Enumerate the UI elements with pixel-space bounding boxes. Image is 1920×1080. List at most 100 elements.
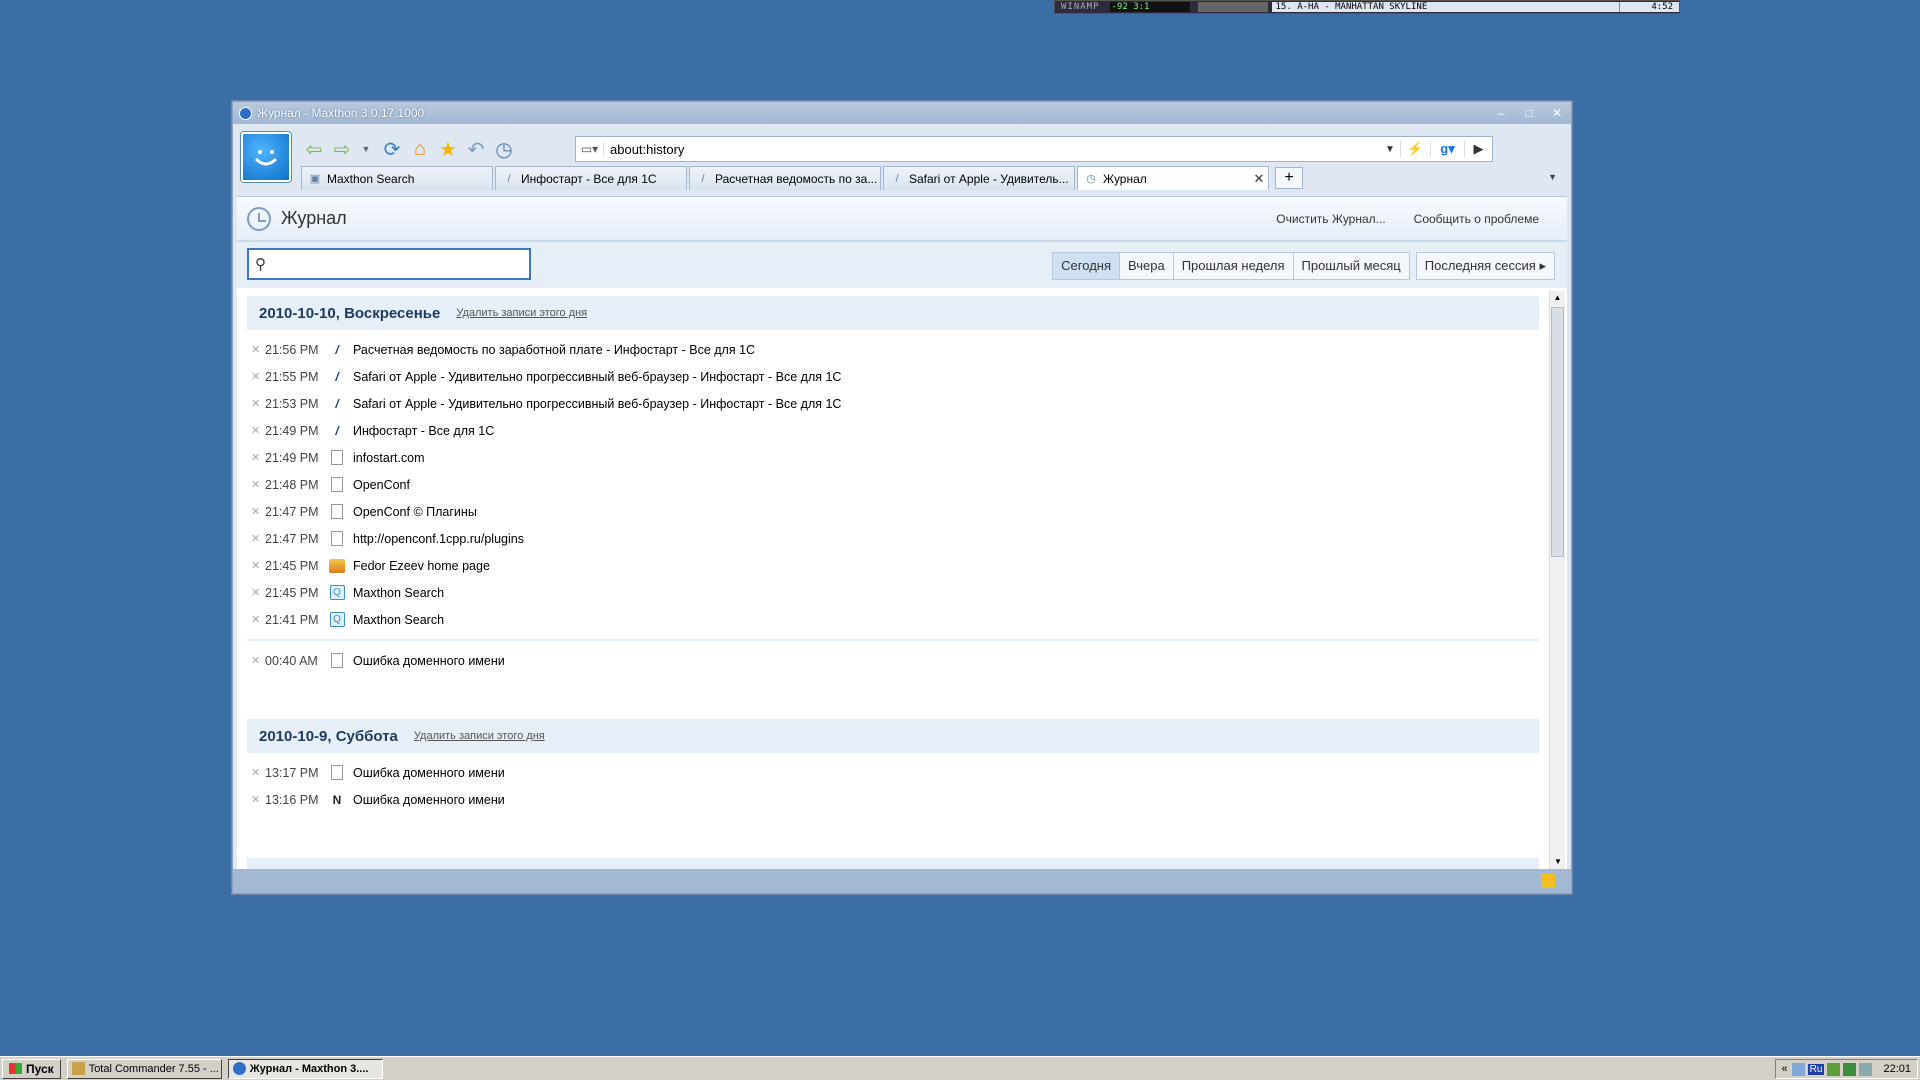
entry-title[interactable]: Ошибка доменного имени <box>353 654 505 668</box>
delete-entry-icon[interactable]: ✕ <box>251 532 265 545</box>
scroll-up-icon[interactable]: ▲ <box>1550 291 1565 305</box>
entry-title[interactable]: OpenConf <box>353 478 410 492</box>
new-tab-button[interactable]: + <box>1275 167 1303 189</box>
history-entry[interactable]: ✕ 21:53 PM / Safari от Apple - Удивительно … <box>237 390 1547 417</box>
tray-utility-icon[interactable] <box>1843 1062 1857 1076</box>
history-search-input[interactable] <box>270 256 529 272</box>
refresh-button[interactable]: ⟳ <box>379 136 405 162</box>
entry-title[interactable]: infostart.com <box>353 451 425 465</box>
favorites-button[interactable]: ★ <box>435 136 461 162</box>
network-icon[interactable] <box>1791 1062 1805 1076</box>
delete-day-link[interactable]: Удалить записи этого дня <box>414 730 545 742</box>
entry-title[interactable]: Ошибка доменного имени <box>353 793 505 807</box>
filter-today[interactable]: Сегодня <box>1052 252 1120 280</box>
history-entry[interactable]: ✕ 13:16 PM N Ошибка доменного имени <box>237 786 1547 813</box>
delete-entry-icon[interactable]: ✕ <box>251 505 265 518</box>
delete-entry-icon[interactable]: ✕ <box>251 370 265 383</box>
history-entry[interactable]: ✕ 21:49 PM infostart.com <box>237 444 1547 471</box>
language-indicator[interactable]: Ru <box>1807 1063 1825 1075</box>
search-engine-icon[interactable]: g▾ <box>1430 141 1464 157</box>
go-button[interactable]: ▶ <box>1464 141 1492 157</box>
history-entry[interactable]: ✕ 21:47 PM http://openconf.1cpp.ru/plugins <box>237 525 1547 552</box>
tab-history[interactable]: ◷ Журнал ✕ <box>1077 166 1269 190</box>
delete-entry-icon[interactable]: ✕ <box>251 613 265 626</box>
maximize-button[interactable]: □ <box>1515 105 1543 121</box>
report-problem-link[interactable]: Сообщить о проблеме <box>1414 212 1539 226</box>
page-icon[interactable]: ▭▾ <box>576 142 604 156</box>
taskbar-item-total-commander[interactable]: Total Commander 7.55 - ... <box>66 1058 222 1079</box>
close-tab-icon[interactable]: ✕ <box>1250 171 1268 187</box>
history-entry[interactable]: ✕ 00:40 AM Ошибка доменного имени <box>237 647 1547 674</box>
taskbar-item-maxthon[interactable]: Журнал - Maxthon 3.... <box>227 1058 383 1079</box>
delete-entry-icon[interactable]: ✕ <box>251 397 265 410</box>
delete-entry-icon[interactable]: ✕ <box>251 424 265 437</box>
vertical-scrollbar[interactable]: ▲ ▼ <box>1549 291 1565 869</box>
entry-title[interactable]: Расчетная ведомость по заработной плате … <box>353 343 755 357</box>
history-entry[interactable]: ✕ 13:17 PM Ошибка доменного имени <box>237 759 1547 786</box>
title-bar[interactable]: Журнал - Maxthon 3.0.17.1000 ‒ □ ✕ <box>233 102 1571 124</box>
entry-title[interactable]: Maxthon Search <box>353 586 444 600</box>
delete-entry-icon[interactable]: ✕ <box>251 451 265 464</box>
maxthon-logo-button[interactable] <box>241 132 291 182</box>
tray-clock[interactable]: 22:01 <box>1883 1063 1911 1075</box>
history-entry[interactable]: ✕ 21:41 PM Q Maxthon Search <box>237 606 1547 633</box>
volume-icon[interactable] <box>1859 1062 1873 1076</box>
entry-title[interactable]: Safari от Apple - Удивительно прогрессив… <box>353 397 841 411</box>
last-session-button[interactable]: Последняя сессия ▸ <box>1415 252 1555 280</box>
tab-payroll[interactable]: / Расчетная ведомость по за... <box>689 166 881 190</box>
filter-last-month[interactable]: Прошлый месяц <box>1292 252 1410 280</box>
home-button[interactable]: ⌂ <box>407 136 433 162</box>
back-button[interactable]: ⇦ <box>301 136 327 162</box>
tab-menu-icon[interactable]: ▼ <box>1548 172 1557 182</box>
delete-entry-icon[interactable]: ✕ <box>251 586 265 599</box>
scroll-down-icon[interactable]: ▼ <box>1550 855 1566 869</box>
infostart-icon: / <box>701 172 705 185</box>
delete-entry-icon[interactable]: ✕ <box>251 478 265 491</box>
history-button[interactable]: ◷ <box>491 136 517 162</box>
undo-close-button[interactable]: ↶ <box>463 136 489 162</box>
forward-button[interactable]: ⇨ <box>329 136 355 162</box>
history-entry[interactable]: ✕ 21:48 PM OpenConf <box>237 471 1547 498</box>
entry-title[interactable]: Инфостарт - Все для 1С <box>353 424 494 438</box>
history-entry[interactable]: ✕ 21:47 PM OpenConf © Плагины <box>237 498 1547 525</box>
tab-infostart[interactable]: / Инфостарт - Все для 1С <box>495 166 687 190</box>
address-dropdown-icon[interactable]: ▼ <box>1380 144 1400 155</box>
delete-entry-icon[interactable]: ✕ <box>251 654 265 667</box>
history-entry[interactable]: ✕ 21:55 PM / Safari от Apple - Удивительно … <box>237 363 1547 390</box>
search-row: ⚲ Сегодня Вчера Прошлая неделя Прошлый м… <box>237 242 1567 288</box>
tab-maxthon-search[interactable]: ▣ Maxthon Search <box>301 166 493 190</box>
delete-entry-icon[interactable]: ✕ <box>251 559 265 572</box>
tray-app-icon[interactable] <box>1827 1062 1841 1076</box>
history-entry[interactable]: ✕ 21:45 PM Fedor Ezeev home page <box>237 552 1547 579</box>
delete-entry-icon[interactable]: ✕ <box>251 793 265 806</box>
history-entry[interactable]: ✕ 21:45 PM Q Maxthon Search <box>237 579 1547 606</box>
tray-expand-icon[interactable]: « <box>1782 1063 1788 1075</box>
address-input[interactable]: about:history <box>604 142 1380 157</box>
history-dropdown-button[interactable]: ▼ <box>353 136 379 162</box>
scroll-thumb[interactable] <box>1551 307 1564 557</box>
filter-yesterday[interactable]: Вчера <box>1119 252 1174 280</box>
delete-entry-icon[interactable]: ✕ <box>251 766 265 779</box>
address-bar[interactable]: ▭▾ about:history ▼ ⚡ g▾ ▶ <box>575 136 1493 162</box>
history-entry[interactable]: ✕ 21:49 PM / Инфостарт - Все для 1С <box>237 417 1547 444</box>
delete-entry-icon[interactable]: ✕ <box>251 343 265 356</box>
lightning-icon[interactable]: ⚡ <box>1400 141 1430 157</box>
close-window-button[interactable]: ✕ <box>1543 105 1571 121</box>
filter-last-week[interactable]: Прошлая неделя <box>1172 252 1294 280</box>
clear-history-link[interactable]: Очистить Журнал... <box>1276 212 1385 226</box>
tab-safari[interactable]: / Safari от Apple - Удивитель... <box>883 166 1075 190</box>
minimize-button[interactable]: ‒ <box>1487 105 1515 121</box>
entry-title[interactable]: http://openconf.1cpp.ru/plugins <box>353 532 524 546</box>
delete-day-link[interactable]: Удалить записи этого дня <box>456 307 587 319</box>
entry-title[interactable]: Ошибка доменного имени <box>353 766 505 780</box>
entry-title[interactable]: Fedor Ezeev home page <box>353 559 490 573</box>
winamp-bar[interactable]: WINAMP -92 3:1 15. A-HA - MANHATTAN SKYL… <box>1054 0 1680 14</box>
entry-title[interactable]: OpenConf © Плагины <box>353 505 477 519</box>
entry-title[interactable]: Maxthon Search <box>353 613 444 627</box>
start-button[interactable]: Пуск <box>2 1058 61 1079</box>
adblock-icon[interactable] <box>1541 874 1555 888</box>
history-search-box[interactable]: ⚲ <box>247 248 531 280</box>
entry-title[interactable]: Safari от Apple - Удивительно прогрессив… <box>353 370 841 384</box>
history-entry[interactable]: ✕ 21:56 PM / Расчетная ведомость по заработ… <box>237 336 1547 363</box>
winamp-controls[interactable] <box>1197 2 1268 12</box>
